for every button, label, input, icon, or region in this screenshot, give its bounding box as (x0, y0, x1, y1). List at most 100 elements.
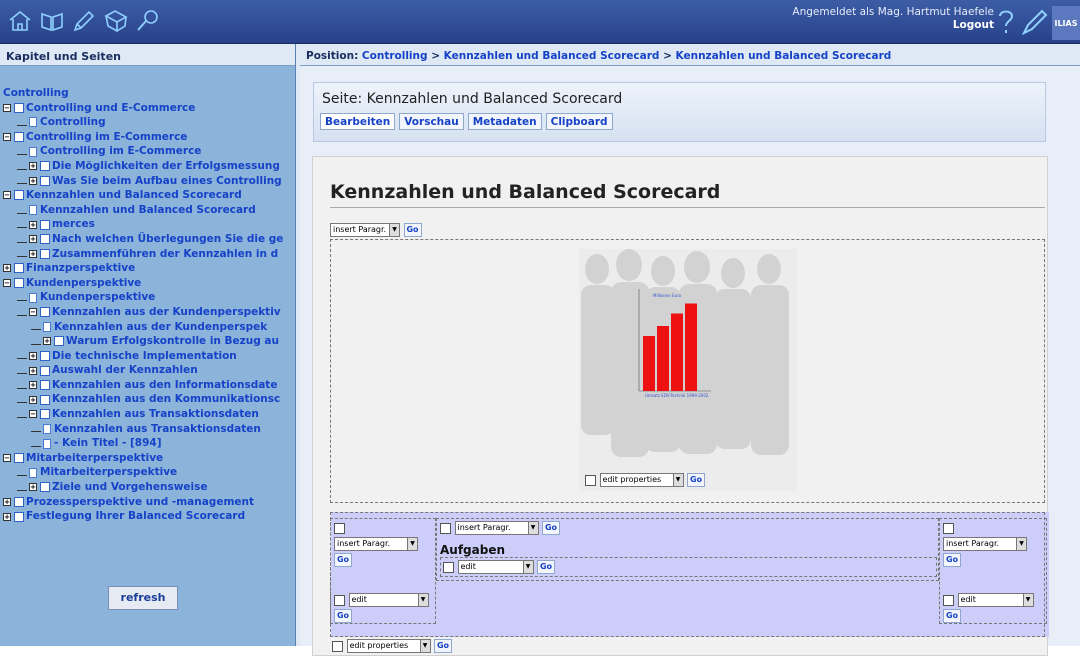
expand-icon[interactable]: + (29, 366, 37, 375)
tree-chapter-item[interactable]: + Warum Erfolgskontrolle in Bezug au (0, 334, 295, 349)
go-button[interactable]: Go (334, 609, 352, 623)
go-button[interactable]: Go (943, 609, 961, 623)
expand-icon[interactable]: + (29, 395, 37, 404)
tree-chapter-item[interactable]: − Kennzahlen aus Transaktionsdaten (0, 407, 295, 422)
tree-page-item[interactable]: Kundenperspektive (0, 290, 295, 305)
tree-chapter-item[interactable]: + merces (0, 217, 295, 232)
go-button[interactable]: Go (403, 223, 422, 237)
feedback-icon[interactable] (1020, 7, 1048, 37)
go-button[interactable]: Go (537, 560, 555, 574)
expand-icon[interactable]: + (3, 264, 11, 273)
edit-select[interactable]: edit ▼ (348, 593, 429, 607)
refresh-button[interactable]: refresh (108, 586, 178, 610)
expand-icon[interactable]: + (3, 497, 11, 506)
tree-chapter-item[interactable]: − Kundenperspektive (0, 276, 295, 291)
tree-chapter-item[interactable]: + Die technische Implementation (0, 349, 295, 364)
tree-chapter-item[interactable]: − Controlling und E-Commerce (0, 101, 295, 116)
tree-page-item[interactable]: - Kein Titel - [894] (0, 436, 295, 451)
tree-chapter-item[interactable]: − Controlling im E-Commerce (0, 130, 295, 145)
tab-vorschau[interactable]: Vorschau (399, 113, 464, 130)
collapse-icon[interactable]: − (3, 454, 11, 463)
expand-icon[interactable]: + (29, 249, 37, 258)
expand-icon[interactable]: + (29, 483, 37, 492)
edit-select[interactable]: edit ▼ (457, 560, 534, 574)
tree-page-item[interactable]: Kennzahlen aus der Kundenperspek (0, 320, 295, 335)
page-tabs: Bearbeiten Vorschau Metadaten Clipboard (320, 113, 613, 130)
right-cell-edit-go: Go (943, 609, 961, 623)
collapse-icon[interactable]: − (3, 191, 11, 200)
book-icon[interactable] (38, 6, 66, 36)
tree-chapter-item[interactable]: − Kennzahlen und Balanced Scorecard (0, 188, 295, 203)
tree-chapter-item[interactable]: + Kennzahlen aus den Kommunikationsc (0, 392, 295, 407)
cell-checkbox[interactable] (943, 594, 954, 606)
go-button[interactable]: Go (434, 639, 452, 653)
image-checkbox[interactable] (585, 474, 596, 486)
tree-page-item[interactable]: Kennzahlen und Balanced Scorecard (0, 203, 295, 218)
insert-select[interactable]: insert Paragr. ▼ (454, 521, 539, 535)
tree-chapter-item[interactable]: + Kennzahlen aus den Informationsdate (0, 378, 295, 393)
page-icon (29, 205, 37, 216)
tree-item-label: Die Möglichkeiten der Erfolgsmessung (52, 159, 280, 172)
edit-select[interactable]: edit ▼ (957, 593, 1034, 607)
tree-page-item[interactable]: Controlling im E-Commerce (0, 144, 295, 159)
tab-clipboard[interactable]: Clipboard (545, 113, 613, 130)
tree-chapter-item[interactable]: + Die Möglichkeiten der Erfolgsmessung (0, 159, 295, 174)
expand-icon[interactable]: + (43, 337, 51, 346)
go-button[interactable]: Go (687, 473, 705, 487)
tab-metadaten[interactable]: Metadaten (467, 113, 542, 130)
collapse-icon[interactable]: − (29, 308, 37, 317)
right-cell-go: Go (943, 553, 961, 567)
breadcrumb-item[interactable]: Kennzahlen und Balanced Scorecard (676, 50, 892, 62)
collapse-icon[interactable]: − (29, 410, 37, 419)
expand-icon[interactable]: + (29, 351, 37, 360)
insert-select[interactable]: insert Paragr. ▼ (943, 537, 1027, 551)
collapse-icon[interactable]: − (3, 279, 11, 288)
cell-checkbox[interactable] (334, 522, 345, 534)
help-icon[interactable] (992, 7, 1020, 37)
logout-link[interactable]: Logout (792, 19, 994, 32)
expand-icon[interactable]: + (29, 162, 37, 171)
pencil-icon[interactable] (70, 6, 98, 36)
go-button[interactable]: Go (542, 521, 560, 535)
cell-checkbox[interactable] (440, 522, 451, 534)
tree-chapter-item[interactable]: + Was Sie beim Aufbau eines Controlling (0, 174, 295, 189)
tree-page-item[interactable]: Controlling (0, 115, 295, 130)
home-icon[interactable] (6, 6, 34, 36)
tree-chapter-item[interactable]: − Kennzahlen aus der Kundenperspektiv (0, 305, 295, 320)
tree-chapter-item[interactable]: + Ziele und Vorgehensweise (0, 480, 295, 495)
tree-chapter-item[interactable]: − Mitarbeiterperspektive (0, 451, 295, 466)
image-edit-select[interactable]: edit properties ▼ (599, 473, 684, 487)
breadcrumb-item[interactable]: Kennzahlen und Balanced Scorecard (444, 50, 660, 62)
insert-select[interactable]: insert Paragr. ▼ (334, 537, 418, 551)
breadcrumb-item[interactable]: Controlling (362, 50, 428, 62)
tree-chapter-item[interactable]: + Finanzperspektive (0, 261, 295, 276)
cell-checkbox[interactable] (334, 594, 345, 606)
search-icon[interactable] (134, 6, 162, 36)
collapse-icon[interactable]: − (3, 103, 11, 112)
expand-icon[interactable]: + (29, 176, 37, 185)
tree-chapter-item[interactable]: + Nach welchen Überlegungen Sie die ge (0, 232, 295, 247)
tree-chapter-item[interactable]: + Auswahl der Kennzahlen (0, 363, 295, 378)
tree-chapter-item[interactable]: + Zusammenführen der Kennzahlen in d (0, 247, 295, 262)
tree-page-item[interactable]: Kennzahlen aus Transaktionsdaten (0, 422, 295, 437)
expand-icon[interactable]: + (29, 220, 37, 229)
expand-icon[interactable]: + (3, 512, 11, 521)
expand-icon[interactable]: + (29, 235, 37, 244)
chevron-down-icon: ▼ (407, 538, 417, 550)
tree-page-item[interactable]: Mitarbeiterperspektive (0, 465, 295, 480)
go-button[interactable]: Go (334, 553, 352, 567)
expand-icon[interactable]: + (29, 381, 37, 390)
tab-bearbeiten[interactable]: Bearbeiten (320, 113, 396, 130)
cell-checkbox[interactable] (943, 522, 954, 534)
table-edit-select[interactable]: edit properties ▼ (346, 639, 431, 653)
go-button[interactable]: Go (943, 553, 961, 567)
tree-chapter-item[interactable]: + Festlegung Ihrer Balanced Scorecard (0, 509, 295, 524)
insert-select[interactable]: insert Paragr. ▼ (330, 223, 400, 237)
tree-root[interactable]: Controlling (0, 86, 295, 101)
collapse-icon[interactable]: − (3, 133, 11, 142)
forum-icon[interactable] (102, 6, 130, 36)
table-checkbox[interactable] (332, 640, 343, 652)
cell-checkbox[interactable] (443, 561, 454, 573)
tree-chapter-item[interactable]: + Prozessperspektive und -management (0, 495, 295, 510)
tree-connector (17, 250, 27, 258)
